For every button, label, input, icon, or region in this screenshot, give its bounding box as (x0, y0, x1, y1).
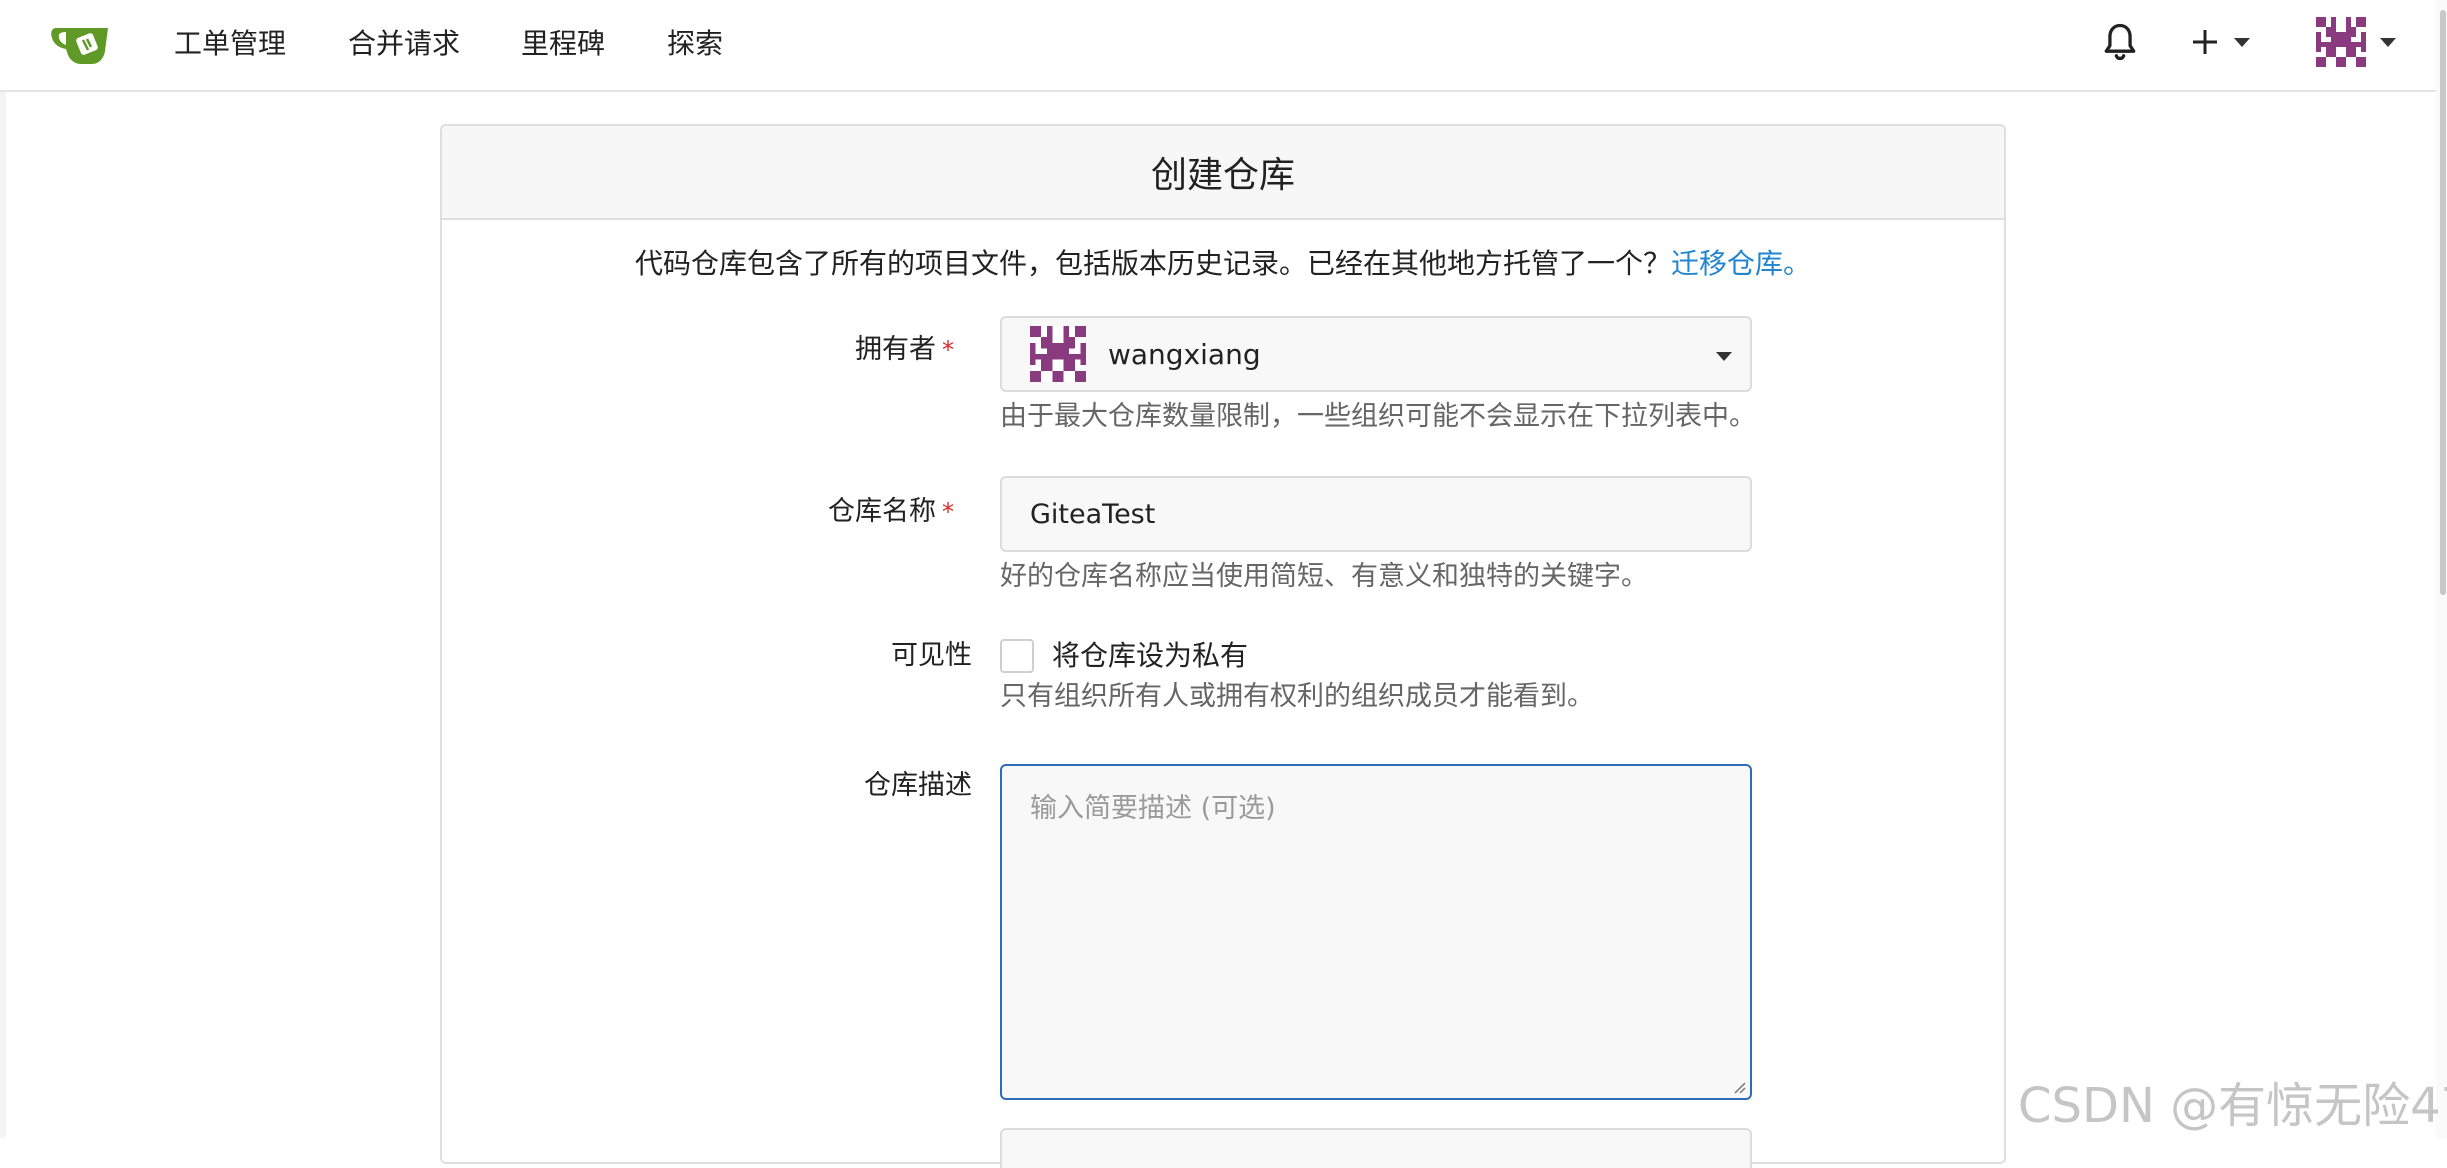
page-left-edge (0, 0, 6, 1138)
create-menu[interactable] (2190, 18, 2250, 66)
nav-pull-requests[interactable]: 合并请求 (348, 24, 460, 64)
private-checkbox[interactable] (1000, 639, 1034, 673)
plus-icon (2193, 30, 2217, 54)
user-menu[interactable] (2316, 14, 2396, 70)
identicon-avatar-icon (1030, 326, 1086, 382)
next-field-partial[interactable] (1000, 1128, 1752, 1168)
repo-name-input[interactable]: GiteaTest (1000, 476, 1752, 552)
required-mark: * (942, 498, 954, 526)
repo-name-label: 仓库名称 * (654, 492, 954, 532)
chevron-down-icon (2380, 37, 2396, 47)
required-mark: * (942, 336, 954, 364)
nav-explore[interactable]: 探索 (667, 24, 723, 64)
owner-label-text: 拥有者 (855, 334, 936, 365)
owner-dropdown[interactable]: wangxiang (1000, 316, 1752, 392)
owner-help: 由于最大仓库数量限制，一些组织可能不会显示在下拉列表中。 (1000, 401, 1756, 432)
description-textarea[interactable]: 输入简要描述 (可选) (1000, 764, 1752, 1100)
owner-label: 拥有者 * (654, 330, 954, 370)
repo-name-help: 好的仓库名称应当使用简短、有意义和独特的关键字。 (1000, 561, 1648, 592)
resize-handle-icon[interactable] (1730, 1078, 1746, 1094)
nav-issues[interactable]: 工单管理 (174, 24, 286, 64)
bell-icon[interactable] (2098, 20, 2142, 64)
description-label: 仓库描述 (864, 770, 972, 801)
card-title: 创建仓库 (442, 126, 2004, 220)
nav-milestones[interactable]: 里程碑 (521, 24, 605, 64)
identicon-avatar-icon (2316, 17, 2366, 67)
create-repo-card: 创建仓库 代码仓库包含了所有的项目文件，包括版本历史记录。已经在其他地方托管了一… (440, 124, 2006, 1168)
owner-value: wangxiang (1108, 337, 1261, 371)
csdn-watermark: CSDN @有惊无险47 (2018, 1078, 2447, 1134)
visibility-help: 只有组织所有人或拥有权利的组织成员才能看到。 (1000, 681, 1594, 712)
top-navbar: 工单管理 合并请求 里程碑 探索 (0, 0, 2447, 92)
visibility-label: 可见性 (891, 640, 972, 671)
intro-text: 代码仓库包含了所有的项目文件，包括版本历史记录。已经在其他地方托管了一个？迁移仓… (442, 244, 2004, 284)
repo-name-label-text: 仓库名称 (828, 496, 936, 527)
migrate-repo-link[interactable]: 迁移仓库。 (1671, 247, 1811, 280)
intro-description: 代码仓库包含了所有的项目文件，包括版本历史记录。已经在其他地方托管了一个？ (634, 247, 1671, 280)
repo-name-value: GiteaTest (1030, 498, 1156, 530)
private-checkbox-label[interactable]: 将仓库设为私有 (1052, 636, 1248, 676)
description-placeholder: 输入简要描述 (可选) (1030, 793, 1276, 824)
chevron-down-icon (1716, 352, 1732, 361)
chevron-down-icon (2234, 37, 2250, 47)
gitea-teacup-icon[interactable] (50, 18, 112, 66)
scrollbar-thumb[interactable] (2440, 10, 2446, 595)
